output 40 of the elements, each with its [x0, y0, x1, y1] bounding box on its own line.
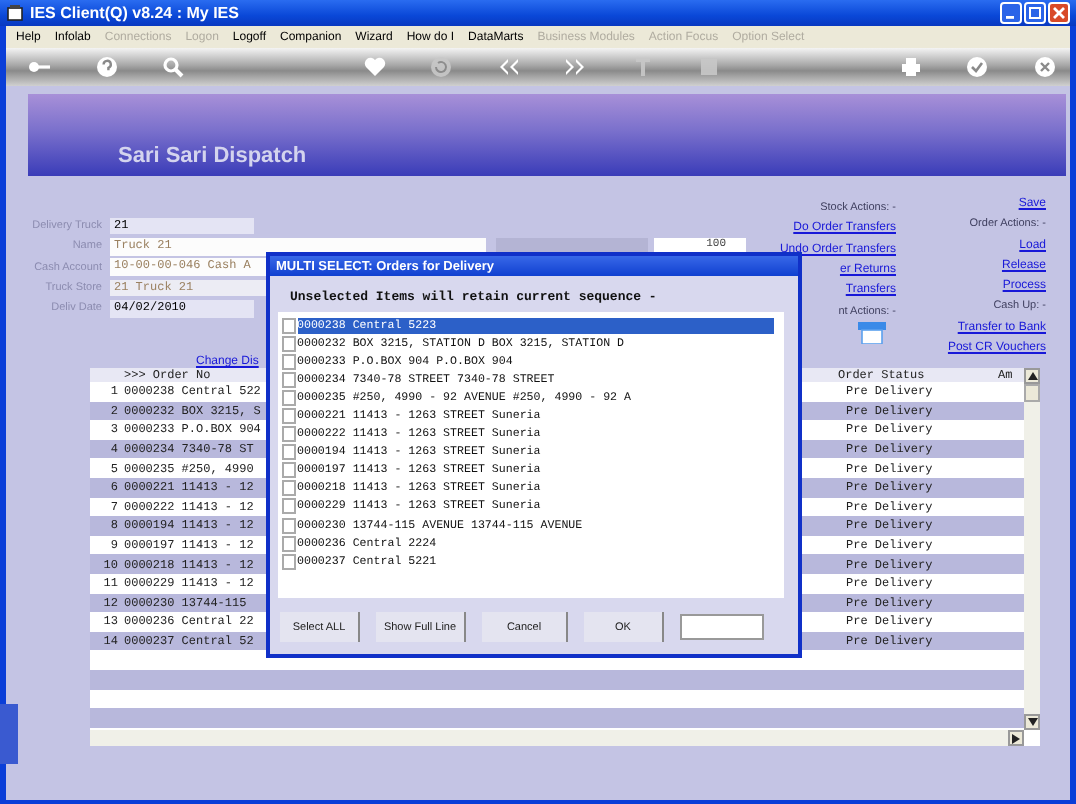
- stop-icon[interactable]: [698, 56, 721, 78]
- minimize-button[interactable]: [1000, 2, 1022, 24]
- checkbox[interactable]: [282, 335, 296, 352]
- heart-icon[interactable]: [363, 56, 386, 78]
- scroll-thumb[interactable]: [1024, 384, 1040, 402]
- checkbox[interactable]: [282, 498, 296, 515]
- close-button[interactable]: [1048, 2, 1070, 24]
- input-field[interactable]: [680, 614, 764, 640]
- refresh-icon[interactable]: [430, 56, 453, 78]
- checkbox[interactable]: [282, 317, 296, 334]
- check-icon[interactable]: [966, 56, 989, 78]
- close-icon: [1052, 6, 1066, 20]
- checkbox[interactable]: [282, 408, 296, 425]
- checkbox[interactable]: [282, 462, 296, 479]
- horizontal-scrollbar[interactable]: [90, 730, 1024, 746]
- up-arrow-icon[interactable]: [1027, 372, 1037, 380]
- window-title: IES Client(Q) v8.24 : My IES: [30, 4, 239, 22]
- right-arrow-icon[interactable]: [1012, 733, 1020, 743]
- vertical-scrollbar[interactable]: [1024, 368, 1040, 730]
- checkbox[interactable]: [282, 371, 296, 388]
- fast-forward-icon[interactable]: [564, 56, 587, 78]
- text-icon[interactable]: [631, 56, 654, 78]
- checkbox[interactable]: [282, 353, 296, 370]
- search-icon[interactable]: [162, 56, 185, 78]
- key-icon[interactable]: [28, 56, 51, 78]
- checkbox[interactable]: [282, 553, 296, 570]
- page-title: Sari Sari Dispatch: [118, 144, 307, 168]
- down-arrow-icon[interactable]: [1027, 718, 1037, 726]
- help-icon[interactable]: [95, 56, 118, 78]
- checkbox[interactable]: [282, 480, 296, 497]
- checkbox[interactable]: [282, 517, 296, 534]
- maximize-icon: [1028, 6, 1042, 20]
- checkbox[interactable]: [282, 426, 296, 443]
- checkbox[interactable]: [282, 389, 296, 406]
- checkbox[interactable]: [282, 444, 296, 461]
- close-icon[interactable]: [1033, 56, 1056, 78]
- app-icon: [6, 4, 24, 22]
- rewind-icon[interactable]: [497, 56, 520, 78]
- maximize-button[interactable]: [1024, 2, 1046, 24]
- checkbox[interactable]: [282, 535, 296, 552]
